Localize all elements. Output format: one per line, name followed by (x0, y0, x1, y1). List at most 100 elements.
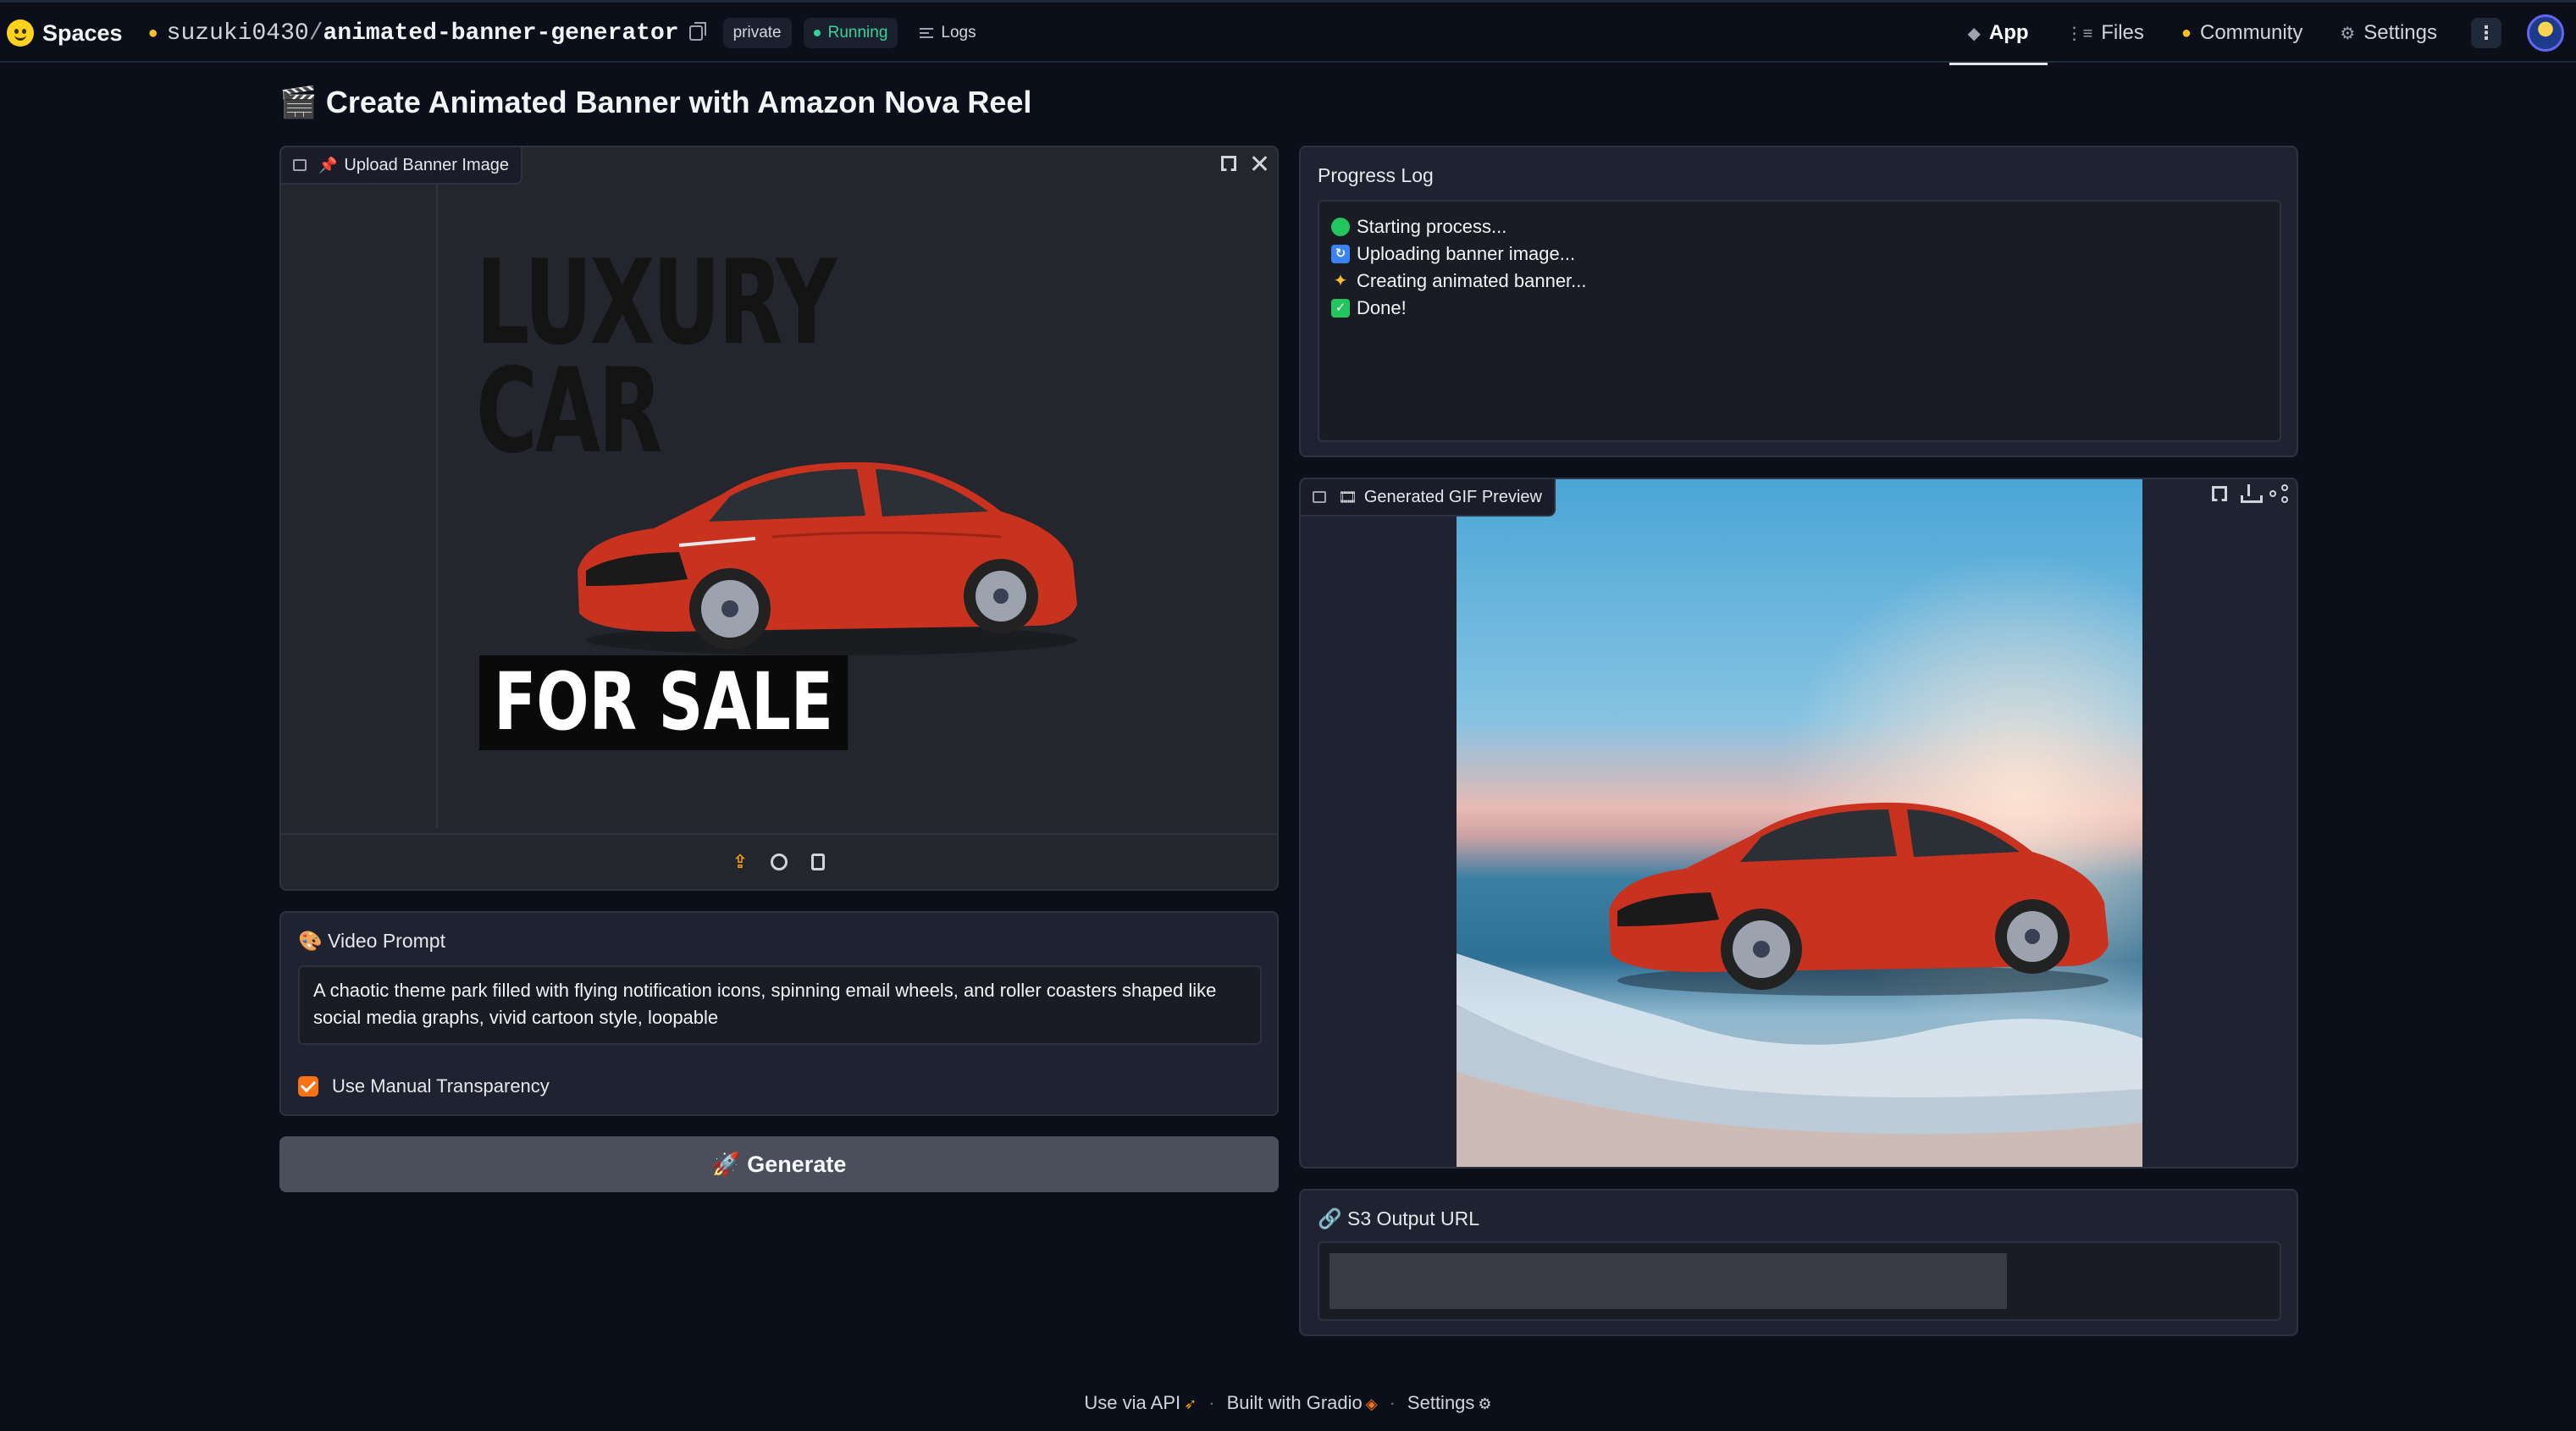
top-bar: Spaces ● suzuki0430/animated-banner-gene… (0, 0, 2576, 65)
logs-button[interactable]: Logs (909, 18, 986, 48)
green-circle-icon (1331, 218, 1350, 236)
webcam-icon[interactable] (770, 853, 788, 871)
visibility-badge: private (722, 18, 792, 48)
upload-label: 📌 Upload Banner Image (281, 147, 522, 185)
generate-label: Generate (747, 1151, 847, 1177)
status-badge[interactable]: Running (803, 18, 898, 48)
image-icon (1313, 491, 1326, 503)
link-icon: 🔗 (1318, 1207, 1342, 1229)
tab-community[interactable]: ● Community (2163, 3, 2321, 64)
gif-preview-panel: 🎞 Generated GIF Preview (1299, 478, 2298, 1169)
tab-app[interactable]: ◆ App (1949, 3, 2048, 65)
path-separator: / (308, 19, 323, 47)
image-icon (293, 159, 307, 171)
car-illustration (578, 461, 1077, 655)
use-via-api-label: Use via API (1084, 1392, 1181, 1413)
generate-button[interactable]: 🚀 Generate (279, 1136, 1279, 1192)
pushpin-icon: 📌 (318, 156, 338, 174)
fullscreen-icon[interactable] (1219, 154, 1238, 173)
s3-output-label: 🔗 S3 Output URL (1318, 1207, 1479, 1230)
space-pin-icon: ● (147, 23, 158, 42)
uploaded-banner-image: LUXURY CAR FOR SALE (476, 235, 1153, 791)
s3-output-label-text: S3 Output URL (1347, 1207, 1479, 1229)
footer-settings-label: Settings (1407, 1392, 1475, 1413)
image-editor-strip (281, 185, 438, 828)
gif-corner-actions (2210, 484, 2288, 503)
s3-output-field[interactable] (1318, 1241, 2281, 1321)
log-text: Starting process... (1357, 216, 1507, 237)
more-menu-button[interactable]: ⋮ (2471, 18, 2501, 48)
tab-settings-label: Settings (2363, 21, 2437, 44)
manual-transparency-checkbox[interactable] (298, 1076, 318, 1097)
community-icon: ● (2181, 23, 2192, 42)
log-line: Starting process... (1331, 213, 2268, 240)
share-icon[interactable] (2269, 484, 2288, 503)
huggingface-logo-icon[interactable] (7, 19, 34, 47)
check-icon: ✓ (1331, 299, 1350, 318)
video-prompt-input[interactable]: A chaotic theme park filled with flying … (298, 965, 1262, 1045)
s3-output-panel: 🔗 S3 Output URL (1299, 1189, 2298, 1336)
tab-app-label: App (1988, 21, 2029, 44)
refresh-icon: ↻ (1331, 245, 1350, 263)
tab-community-label: Community (2199, 21, 2303, 44)
cube-icon: ◆ (1967, 24, 1981, 43)
log-text: Done! (1357, 297, 1407, 318)
banner-text-luxury: LUXURY (476, 235, 837, 371)
footer-settings-link[interactable]: Settings ⚙ (1407, 1392, 1492, 1414)
banner-text-for-sale: FOR SALE (479, 655, 849, 750)
user-avatar[interactable] (2527, 14, 2564, 52)
sparkles-icon: ✦ (1333, 272, 1348, 290)
page-title: 🎬 Create Animated Banner with Amazon Nov… (279, 85, 1031, 120)
log-line: ✓ Done! (1331, 295, 2268, 322)
film-frames-icon: 🎞 (1338, 488, 1357, 506)
files-icon: ⋮≡ (2065, 24, 2093, 43)
progress-log-panel: Progress Log Starting process... ↻ Upload… (1299, 146, 2298, 457)
s3-output-value (1329, 1253, 2007, 1309)
video-prompt-label-text: Video Prompt (328, 930, 445, 952)
gear-icon: ⚙ (2340, 24, 2356, 43)
log-line: ↻ Uploading banner image... (1331, 240, 2268, 268)
tab-settings[interactable]: ⚙ Settings (2321, 3, 2456, 64)
built-with-gradio-label: Built with Gradio (1226, 1392, 1363, 1413)
upload-banner-panel[interactable]: 📌 Upload Banner Image LUXURY CAR FOR SALE… (279, 146, 1279, 891)
tab-files[interactable]: ⋮≡ Files (2048, 3, 2163, 64)
manual-transparency-option[interactable]: Use Manual Transparency (298, 1075, 550, 1097)
video-prompt-panel: 🎨 Video Prompt A chaotic theme park fill… (279, 911, 1279, 1116)
gif-preview-label: 🎞 Generated GIF Preview (1301, 479, 1556, 517)
use-via-api-link[interactable]: Use via API ➶ (1084, 1392, 1197, 1414)
fullscreen-icon[interactable] (2210, 484, 2229, 503)
video-prompt-label: 🎨 Video Prompt (298, 930, 445, 953)
upload-icon[interactable]: ⇪ (731, 851, 749, 872)
status-dot-icon (813, 30, 821, 36)
rocket-icon: 🚀 (711, 1152, 741, 1177)
gif-preview-label-text: Generated GIF Preview (1363, 487, 1542, 506)
logs-label: Logs (941, 24, 976, 41)
footer: Use via API ➶ · Built with Gradio ◈ · Sett… (0, 1392, 2576, 1414)
upload-label-text: Upload Banner Image (344, 155, 509, 174)
close-icon[interactable] (1250, 154, 1269, 173)
repo-link[interactable]: animated-banner-generator (323, 20, 679, 47)
built-with-gradio-link[interactable]: Built with Gradio ◈ (1227, 1392, 1378, 1414)
tab-files-label: Files (2101, 21, 2144, 44)
log-text: Creating animated banner... (1357, 270, 1587, 291)
spaces-link[interactable]: Spaces (42, 20, 123, 47)
upload-corner-actions (1219, 154, 1269, 173)
download-icon[interactable] (2241, 484, 2263, 503)
log-line: ✦ Creating animated banner... (1331, 268, 2268, 295)
footer-separator: · (1208, 1392, 1215, 1413)
manual-transparency-label: Use Manual Transparency (332, 1075, 550, 1097)
progress-log-label: Progress Log (1318, 164, 1434, 186)
clipboard-icon[interactable] (809, 853, 827, 871)
logs-icon (920, 28, 934, 38)
progress-log-output[interactable]: Starting process... ↻ Uploading banner im… (1318, 200, 2281, 442)
generated-gif-image (1457, 479, 2142, 1167)
copy-icon[interactable] (688, 22, 706, 41)
rocket-icon: ➶ (1184, 1395, 1197, 1412)
banner-headline: LUXURY CAR (476, 235, 837, 470)
footer-separator: · (1389, 1392, 1396, 1413)
owner-link[interactable]: suzuki0430 (167, 20, 309, 47)
palette-icon: 🎨 (298, 930, 323, 952)
upload-source-toolbar: ⇪ (281, 833, 1277, 889)
clapper-icon: 🎬 (279, 85, 318, 119)
gradio-logo-icon: ◈ (1365, 1395, 1378, 1412)
